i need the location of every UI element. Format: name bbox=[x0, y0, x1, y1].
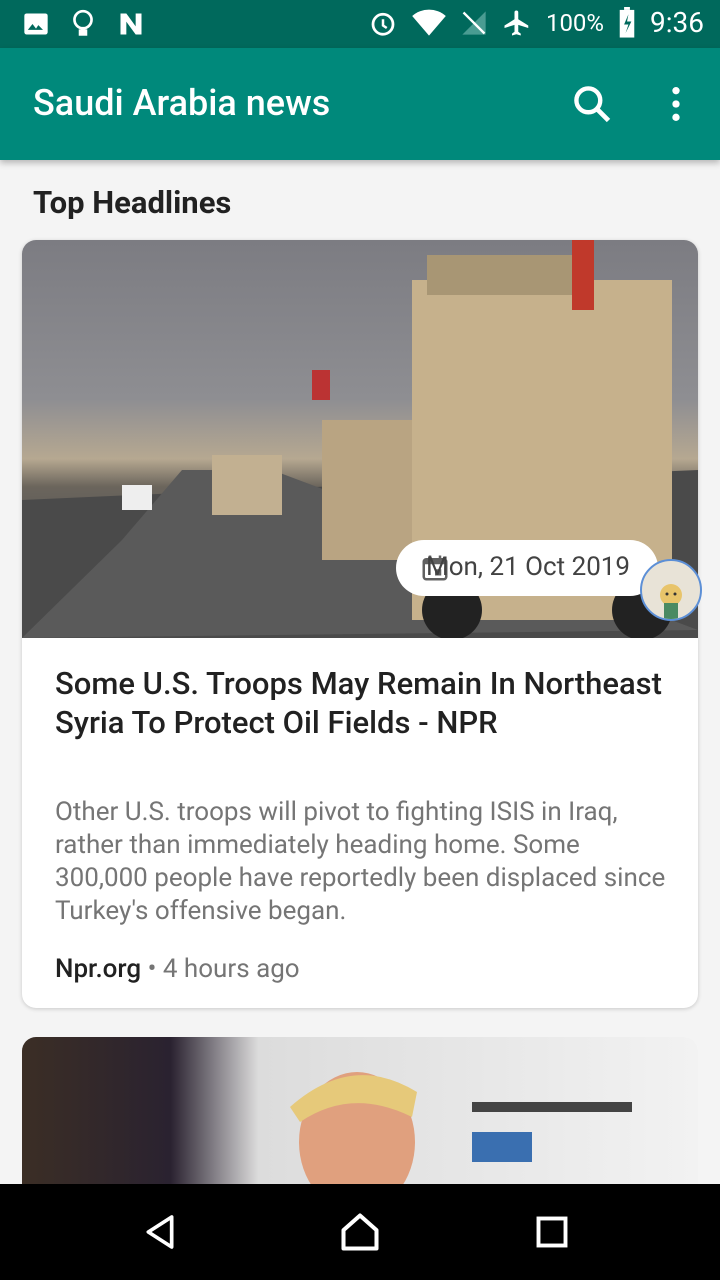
person-photo-image bbox=[290, 1072, 632, 1197]
alarm-icon bbox=[371, 12, 395, 36]
article-image[interactable]: Mon, 21 Oct 2019 bbox=[22, 240, 698, 640]
article-image[interactable] bbox=[22, 1037, 698, 1197]
article-date: Mon, 21 Oct 2019 bbox=[426, 552, 631, 582]
battery-percent: 100% bbox=[545, 8, 604, 37]
article-meta: Npr.org • 4 hours ago bbox=[55, 954, 300, 984]
navigation-bar bbox=[0, 1184, 720, 1280]
section-title: Top Headlines bbox=[33, 184, 232, 221]
lightbulb-icon bbox=[73, 9, 93, 36]
app-title: Saudi Arabia news bbox=[33, 82, 331, 124]
status-bar: 100% 9:36 bbox=[0, 0, 720, 48]
app-bar: Saudi Arabia news bbox=[0, 48, 720, 160]
meta-separator: • bbox=[147, 954, 157, 984]
battery-icon bbox=[619, 6, 635, 38]
avatar-illustration-icon bbox=[660, 584, 682, 619]
home-icon[interactable] bbox=[338, 1210, 382, 1254]
date-chip: Mon, 21 Oct 2019 bbox=[396, 540, 658, 596]
article-time: 4 hours ago bbox=[162, 954, 300, 984]
no-signal-icon bbox=[462, 10, 486, 35]
image-icon bbox=[24, 13, 48, 35]
more-options-icon[interactable] bbox=[656, 82, 696, 126]
article-description: Other U.S. troops will pivot to fighting… bbox=[55, 797, 666, 926]
article-title: Some U.S. Troops May Remain In Northeast… bbox=[55, 665, 662, 741]
avatar[interactable] bbox=[640, 559, 702, 621]
wifi-icon bbox=[412, 9, 446, 36]
clock: 9:36 bbox=[650, 6, 704, 39]
back-icon[interactable] bbox=[140, 1212, 180, 1252]
article-card[interactable] bbox=[22, 1037, 698, 1197]
n-logo-icon bbox=[120, 13, 142, 35]
search-icon[interactable] bbox=[570, 82, 614, 126]
article-source: Npr.org bbox=[55, 954, 142, 984]
article-card[interactable]: Mon, 21 Oct 2019 Some U.S. Troops May Re… bbox=[22, 240, 698, 1008]
recents-icon[interactable] bbox=[534, 1214, 570, 1250]
airplane-icon bbox=[504, 10, 529, 35]
